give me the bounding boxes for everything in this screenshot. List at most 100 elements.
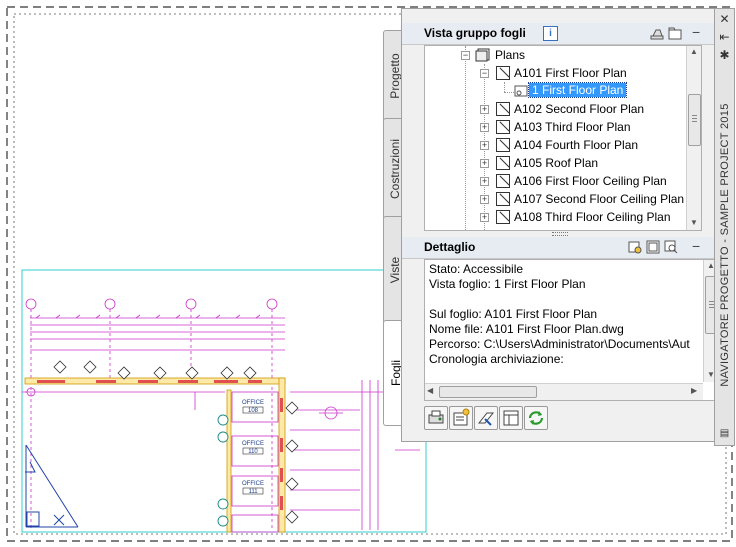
tree-node-view[interactable]: 1 First Floor Plan xyxy=(425,82,701,100)
section-title: Vista gruppo fogli xyxy=(424,26,526,40)
tree-node-plans[interactable]: − Plans xyxy=(425,46,701,64)
collapse-section-icon[interactable]: − xyxy=(692,238,700,254)
tree-label: A104 Fourth Floor Plan xyxy=(514,138,639,152)
tab-label: Costruzioni xyxy=(388,138,402,200)
room-label: OFFICE xyxy=(242,481,264,487)
room-label: OFFICE xyxy=(242,441,264,447)
tab-label: Viste xyxy=(388,256,402,284)
tree-label: Plans xyxy=(495,48,526,62)
detail-history: Cronologia archiviazione: xyxy=(429,352,564,366)
sheet-tree[interactable]: − Plans − A101 First Floor Plan 1 First … xyxy=(424,45,702,231)
info-icon[interactable]: i xyxy=(543,26,558,41)
tree-node-sheet[interactable]: + A106 First Floor Ceiling Plan xyxy=(425,172,701,190)
open-folder-icon[interactable] xyxy=(668,26,682,40)
plot-button[interactable] xyxy=(424,406,448,430)
palette-top-spacer xyxy=(402,9,715,23)
publish-icon xyxy=(477,412,495,426)
detail-path: Percorso: C:\Users\Administrator\Documen… xyxy=(429,337,690,351)
expand-icon[interactable]: + xyxy=(480,195,489,204)
detail-sheet-view: Vista foglio: 1 First Floor Plan xyxy=(429,277,586,291)
close-icon[interactable]: ✕ xyxy=(718,13,731,26)
palette-properties-icon[interactable]: ✱ xyxy=(718,49,731,62)
ucs-icon xyxy=(25,444,79,528)
tree-label: A103 Third Floor Plan xyxy=(514,120,631,134)
tree-node-sheet[interactable]: − A101 First Floor Plan xyxy=(425,64,701,82)
room-number: 110 xyxy=(248,449,258,455)
new-sheet-icon xyxy=(453,408,470,426)
section-title: Dettaglio xyxy=(424,240,476,254)
detail-panel: Stato: Accessibile Vista foglio: 1 First… xyxy=(424,259,720,401)
sheet-icon xyxy=(496,102,510,116)
plot-icon xyxy=(428,410,444,424)
sheet-icon xyxy=(496,210,510,224)
sheet-icon xyxy=(496,66,510,80)
sheet-icon xyxy=(496,192,510,206)
palette-content: Vista gruppo fogli i − − Plans − A101 Fi… xyxy=(401,8,720,442)
tree-node-sheet[interactable]: + A103 Third Floor Plan xyxy=(425,118,701,136)
tree-label: A101 First Floor Plan xyxy=(514,66,627,80)
auto-hide-icon[interactable]: ⇤ xyxy=(718,31,731,44)
expand-icon[interactable]: + xyxy=(480,105,489,114)
new-sheet-button[interactable] xyxy=(449,406,473,430)
detail-header: Dettaglio − xyxy=(402,237,715,259)
tree-node-sheet[interactable]: + A105 Roof Plan xyxy=(425,154,701,172)
properties-icon xyxy=(503,410,519,426)
detail-on-sheet: Sul foglio: A101 First Floor Plan xyxy=(429,307,598,321)
palette-menu-icon[interactable]: ▤ xyxy=(718,427,731,440)
preview-icon[interactable] xyxy=(646,240,660,254)
sheet-icon xyxy=(496,156,510,170)
scroll-thumb[interactable] xyxy=(688,94,701,146)
scroll-up-icon[interactable]: ▲ xyxy=(690,47,698,56)
tree-node-sheet[interactable]: + A108 Third Floor Ceiling Plan xyxy=(425,208,701,226)
properties-button[interactable] xyxy=(499,406,523,430)
room-label: OFFICE xyxy=(242,400,264,406)
tree-label: A108 Third Floor Ceiling Plan xyxy=(514,210,671,224)
collapse-icon[interactable]: − xyxy=(480,69,489,78)
sheet-icon xyxy=(496,138,510,152)
expand-icon[interactable]: + xyxy=(480,177,489,186)
refresh-button[interactable] xyxy=(524,406,548,430)
detail-status: Stato: Accessibile xyxy=(429,262,524,276)
expand-icon[interactable]: + xyxy=(480,213,489,222)
scroll-thumb-h[interactable] xyxy=(439,386,537,398)
project-navigator-palette: Progetto Costruzioni Viste Fogli Vista g… xyxy=(383,6,735,446)
floor-plan: OFFICE 108 OFFICE 110 OFFICE 111 xyxy=(22,298,420,533)
viewport-frame xyxy=(21,269,427,533)
scroll-down-icon[interactable]: ▼ xyxy=(690,218,698,227)
room-number: 111 xyxy=(248,489,258,495)
sheet-icon xyxy=(496,174,510,188)
tree-label: A105 Roof Plan xyxy=(514,156,599,170)
refresh-icon xyxy=(528,411,544,425)
tree-label: A102 Second Floor Plan xyxy=(514,102,645,116)
sheet-set-options-icon[interactable] xyxy=(650,26,664,40)
palette-title: NAVIGATORE PROGETTO - SAMPLE PROJECT 201… xyxy=(718,103,731,387)
collapse-icon[interactable]: − xyxy=(461,51,470,60)
expand-icon[interactable]: + xyxy=(480,141,489,150)
scroll-right-icon[interactable]: ▶ xyxy=(691,386,697,395)
sheet-set-view-header: Vista gruppo fogli i − xyxy=(402,23,715,45)
tab-label: Progetto xyxy=(388,53,402,99)
scroll-left-icon[interactable]: ◀ xyxy=(427,386,433,395)
detail-file-name: Nome file: A101 First Floor Plan.dwg xyxy=(429,322,624,336)
view-icon xyxy=(514,85,528,97)
expand-icon[interactable]: + xyxy=(480,123,489,132)
detail-options-icon[interactable] xyxy=(628,240,642,254)
subset-icon xyxy=(475,48,490,62)
tree-label: A106 First Floor Ceiling Plan xyxy=(514,174,667,188)
expand-icon[interactable]: + xyxy=(480,159,489,168)
sheet-icon xyxy=(496,120,510,134)
tree-node-sheet[interactable]: + A104 Fourth Floor Plan xyxy=(425,136,701,154)
tree-label: A107 Second Floor Ceiling Plan xyxy=(514,192,685,206)
detail-scrollbar-h[interactable]: ◀ ▶ xyxy=(425,383,703,400)
palette-title-bar[interactable]: ✕ ⇤ ✱ NAVIGATORE PROGETTO - SAMPLE PROJE… xyxy=(714,8,735,446)
pane-splitter[interactable] xyxy=(552,232,568,236)
tree-node-sheet[interactable]: + A102 Second Floor Plan xyxy=(425,100,701,118)
tree-label-selected: 1 First Floor Plan xyxy=(527,82,628,98)
tree-scrollbar[interactable]: ▲ ▼ xyxy=(686,46,701,230)
tree-node-sheet[interactable]: + A107 Second Floor Ceiling Plan xyxy=(425,190,701,208)
zoom-preview-icon[interactable] xyxy=(664,240,678,254)
publish-button[interactable] xyxy=(474,406,498,430)
sheet-toolbar xyxy=(424,406,574,430)
collapse-section-icon[interactable]: − xyxy=(692,24,700,40)
room-number: 108 xyxy=(248,408,259,414)
